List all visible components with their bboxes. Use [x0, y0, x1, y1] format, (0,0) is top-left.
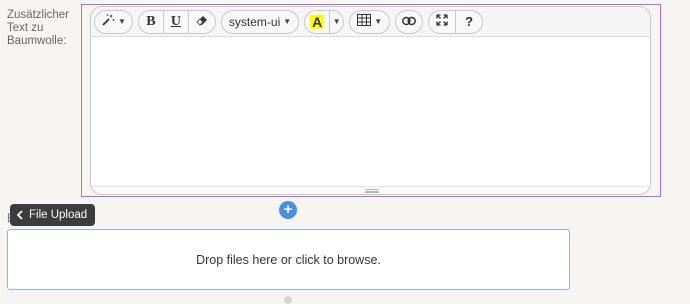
field-label-line-3: Baumwolle: — [7, 35, 67, 47]
bold-label: B — [146, 13, 156, 29]
style-group: ▼ — [94, 9, 133, 34]
dropzone-text: Drop files here or click to browse. — [196, 252, 381, 267]
fullscreen-button[interactable] — [428, 9, 457, 34]
underline-button[interactable]: U — [162, 9, 189, 34]
file-dropzone[interactable]: Drop files here or click to browse. — [7, 229, 570, 290]
field-label-line-2: Text zu — [7, 22, 44, 34]
grip-icon — [365, 189, 379, 193]
link-icon — [402, 14, 417, 29]
insert-link-button[interactable] — [395, 9, 424, 34]
editor-content-area[interactable] — [91, 37, 650, 187]
table-group: ▼ — [349, 9, 391, 34]
add-field-button[interactable]: + — [279, 201, 297, 219]
magic-icon — [101, 13, 115, 30]
link-group — [395, 9, 424, 34]
highlight-label: A — [310, 13, 325, 30]
chevron-down-icon: ▼ — [374, 17, 383, 26]
tooltip-label: File Upload — [29, 209, 88, 221]
view-group: ? — [428, 9, 484, 34]
bottom-indicator — [284, 296, 292, 304]
editor-resize-handle[interactable] — [91, 186, 650, 194]
rich-text-editor: ▼ B U system-ui ▼ A ▼ ▼ ? — [90, 6, 651, 195]
style-dropdown-button[interactable]: ▼ — [94, 9, 133, 34]
font-style-group: B U — [137, 9, 216, 34]
color-dropdown-button[interactable]: ▼ — [329, 9, 345, 34]
chevron-down-icon: ▼ — [118, 17, 126, 26]
editor-toolbar: ▼ B U system-ui ▼ A ▼ ▼ ? — [91, 7, 650, 37]
table-dropdown-button[interactable]: ▼ — [349, 9, 391, 34]
chevron-left-icon — [16, 210, 24, 220]
font-name-dropdown[interactable]: system-ui ▼ — [220, 9, 300, 34]
chevron-down-icon: ▼ — [332, 17, 341, 26]
bold-button[interactable]: B — [137, 9, 164, 34]
underline-label: U — [170, 13, 181, 29]
clear-format-button[interactable] — [187, 9, 216, 34]
fullscreen-icon — [436, 14, 448, 29]
table-icon — [357, 14, 372, 29]
help-button[interactable]: ? — [455, 9, 484, 34]
field-label: Zusätzlicher Text zu Baumwolle: — [7, 9, 77, 48]
file-upload-tooltip: File Upload — [10, 204, 96, 226]
font-name-label: system-ui — [228, 14, 281, 29]
eraser-icon — [196, 14, 208, 29]
font-name-group: system-ui ▼ — [220, 9, 300, 34]
highlight-color-button[interactable]: A — [304, 9, 331, 34]
help-label: ? — [465, 14, 474, 29]
chevron-down-icon: ▼ — [283, 17, 292, 26]
field-label-line-1: Zusätzlicher — [7, 9, 69, 21]
color-group: A ▼ — [304, 9, 345, 34]
